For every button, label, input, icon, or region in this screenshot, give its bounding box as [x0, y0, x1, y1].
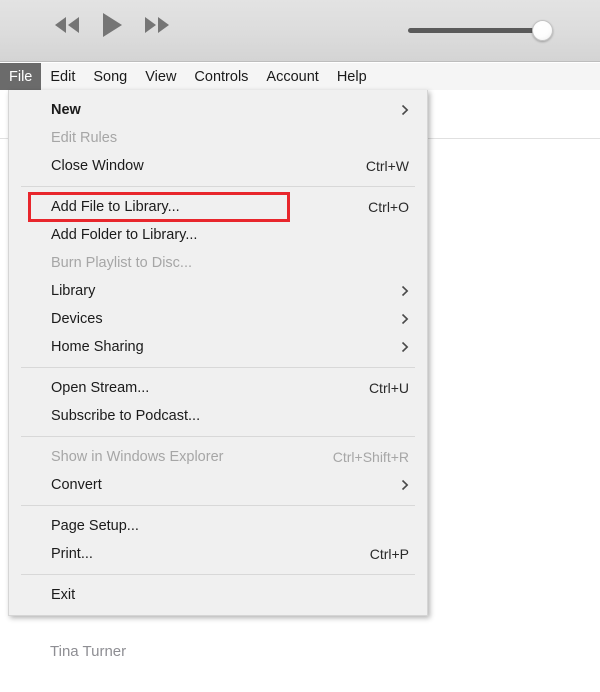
menu-separator — [21, 367, 415, 368]
menu-item-open-stream[interactable]: Open Stream... Ctrl+U — [9, 374, 427, 402]
chevron-right-icon — [401, 104, 409, 116]
menu-item-label: New — [51, 102, 81, 118]
menu-item-exit[interactable]: Exit — [9, 581, 427, 609]
menubar: File Edit Song View Controls Account Help — [0, 63, 600, 90]
menu-item-label: Add File to Library... — [51, 199, 180, 215]
menu-separator — [21, 505, 415, 506]
menu-item-label: Subscribe to Podcast... — [51, 408, 201, 424]
menu-item-label: Close Window — [51, 158, 144, 174]
menu-separator — [21, 574, 415, 575]
menubar-item-controls[interactable]: Controls — [185, 63, 257, 90]
menu-item-add-folder-to-library[interactable]: Add Folder to Library... — [9, 221, 427, 249]
menubar-item-edit[interactable]: Edit — [41, 63, 84, 90]
menu-item-label: Devices — [51, 311, 103, 327]
menu-item-burn-playlist-to-disc: Burn Playlist to Disc... — [9, 249, 427, 277]
menu-item-add-file-to-library[interactable]: Add File to Library... Ctrl+O — [9, 193, 427, 221]
menu-item-new[interactable]: New — [9, 96, 427, 124]
rewind-icon[interactable] — [52, 15, 82, 35]
menu-item-label: Add Folder to Library... — [51, 227, 198, 243]
menu-item-devices[interactable]: Devices — [9, 305, 427, 333]
menu-separator — [21, 436, 415, 437]
player-toolbar — [0, 0, 600, 62]
menu-item-label: Show in Windows Explorer — [51, 449, 224, 465]
chevron-right-icon — [401, 479, 409, 491]
menu-item-label: Page Setup... — [51, 518, 139, 534]
menu-item-label: Edit Rules — [51, 130, 118, 146]
file-dropdown-menu: New Edit Rules Close Window Ctrl+W Add File … — [8, 90, 428, 616]
menu-item-label: Library — [51, 283, 96, 299]
menubar-item-view[interactable]: View — [136, 63, 185, 90]
menu-item-home-sharing[interactable]: Home Sharing — [9, 333, 427, 361]
menu-item-convert[interactable]: Convert — [9, 471, 427, 499]
volume-slider[interactable] — [408, 20, 556, 42]
menu-item-label: Exit — [51, 587, 76, 603]
menu-item-edit-rules: Edit Rules — [9, 124, 427, 152]
menu-item-subscribe-to-podcast[interactable]: Subscribe to Podcast... — [9, 402, 427, 430]
menu-item-label: Burn Playlist to Disc... — [51, 255, 193, 271]
fast-forward-icon[interactable] — [142, 15, 172, 35]
menu-item-label: Print... — [51, 546, 93, 562]
chevron-right-icon — [401, 313, 409, 325]
play-icon[interactable] — [100, 12, 124, 38]
menu-item-shortcut: Ctrl+W — [365, 158, 409, 174]
menu-item-shortcut: Ctrl+U — [368, 380, 409, 396]
menu-item-shortcut: Ctrl+P — [369, 546, 409, 562]
transport-controls — [52, 12, 172, 38]
menu-item-label: Convert — [51, 477, 102, 493]
menu-item-show-in-windows-explorer: Show in Windows Explorer Ctrl+Shift+R — [9, 443, 427, 471]
background-artist-label: Tina Turner — [50, 643, 127, 660]
menubar-item-song[interactable]: Song — [84, 63, 136, 90]
menu-item-print[interactable]: Print... Ctrl+P — [9, 540, 427, 568]
menubar-item-file[interactable]: File — [0, 63, 42, 90]
chevron-right-icon — [401, 285, 409, 297]
chevron-right-icon — [401, 341, 409, 353]
menu-separator — [21, 186, 415, 187]
menu-item-page-setup[interactable]: Page Setup... — [9, 512, 427, 540]
menubar-item-account[interactable]: Account — [257, 63, 327, 90]
menu-item-label: Home Sharing — [51, 339, 144, 355]
volume-slider-track — [408, 28, 548, 33]
volume-slider-knob[interactable] — [532, 20, 553, 41]
menubar-item-help[interactable]: Help — [328, 63, 376, 90]
menu-item-library[interactable]: Library — [9, 277, 427, 305]
menu-item-close-window[interactable]: Close Window Ctrl+W — [9, 152, 427, 180]
menu-item-shortcut: Ctrl+O — [368, 199, 409, 215]
menu-item-shortcut: Ctrl+Shift+R — [332, 449, 409, 465]
menu-item-label: Open Stream... — [51, 380, 150, 396]
